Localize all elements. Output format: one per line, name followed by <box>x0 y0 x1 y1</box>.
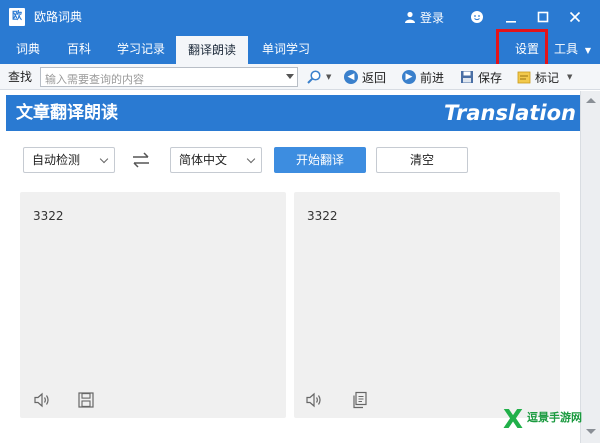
translation-page: 文章翻译朗读 Translation 自动检测 简体中文 开始翻译 清空 332… <box>0 91 580 443</box>
tab-encyclopedia[interactable]: 百科 <box>67 34 91 64</box>
chevron-down-icon <box>99 154 109 164</box>
save-label: 保存 <box>478 70 503 85</box>
tab-study-history[interactable]: 学习记录 <box>117 34 165 64</box>
forward-button[interactable]: ▶ 前进 <box>402 67 444 87</box>
search-button[interactable]: ▼ <box>306 67 331 87</box>
settings-highlight-box <box>496 29 548 69</box>
window-title: 欧路词典 <box>34 10 83 24</box>
source-text: 3322 <box>33 209 64 223</box>
search-options-caret-icon: ▼ <box>326 73 332 81</box>
result-text-panel[interactable]: 3322 <box>294 192 560 418</box>
copy-icon[interactable] <box>350 390 370 410</box>
dictionary-app-window: 欧 欧路词典 登录 词典 百科 学习记录 翻译朗读 单词学习 设置 工具 ▼ 查… <box>0 0 600 443</box>
target-language-value: 简体中文 <box>179 153 228 167</box>
search-label: 查找 <box>8 70 33 84</box>
save-button[interactable]: 保存 <box>460 67 502 87</box>
back-label: 返回 <box>362 70 387 85</box>
close-icon[interactable] <box>564 6 586 28</box>
tab-translation[interactable]: 翻译朗读 <box>176 36 248 64</box>
swap-languages-icon[interactable] <box>130 149 152 171</box>
page-title: 文章翻译朗读 <box>16 103 118 123</box>
minimize-icon[interactable] <box>500 6 522 28</box>
app-logo-icon: 欧 <box>9 8 25 26</box>
mark-button[interactable]: 标记 ▼ <box>517 67 572 87</box>
floppy-disk-icon <box>461 71 473 83</box>
tools-label: 工具 <box>554 42 579 56</box>
translation-header: 文章翻译朗读 Translation <box>6 95 580 131</box>
site-watermark: X 逗景手游网 <box>503 405 600 443</box>
maximize-icon[interactable] <box>532 6 554 28</box>
speaker-icon[interactable] <box>32 390 52 410</box>
magnifier-icon <box>307 70 321 84</box>
watermark-logo-icon: X <box>503 405 524 435</box>
watermark-text: 逗景手游网 <box>527 411 582 424</box>
search-input[interactable] <box>41 70 281 89</box>
source-text-panel[interactable]: 3322 <box>20 192 286 418</box>
tab-word-study[interactable]: 单词学习 <box>262 34 310 64</box>
source-language-value: 自动检测 <box>32 153 81 167</box>
mark-label: 标记 <box>535 70 560 85</box>
note-icon <box>517 71 531 84</box>
search-history-dropdown-icon[interactable] <box>286 74 294 79</box>
search-box <box>40 67 298 89</box>
clear-button[interactable]: 清空 <box>376 147 468 173</box>
tools-menu[interactable]: 工具 ▼ <box>554 34 591 64</box>
result-text: 3322 <box>307 209 338 223</box>
forward-label: 前进 <box>420 70 445 85</box>
scroll-up-arrow-icon[interactable] <box>586 98 596 103</box>
start-translate-button[interactable]: 开始翻译 <box>274 147 366 173</box>
toolbar: 查找 ▼ ◀ 返回 ▶ 前进 保存 <box>0 64 600 90</box>
forward-arrow-icon: ▶ <box>402 70 416 84</box>
user-icon <box>405 11 415 23</box>
login-button[interactable]: 登录 <box>404 8 444 26</box>
vertical-scrollbar[interactable] <box>580 91 600 443</box>
mark-options-caret-icon: ▼ <box>567 73 573 81</box>
back-arrow-icon: ◀ <box>344 70 358 84</box>
chevron-down-icon <box>246 154 256 164</box>
source-language-select[interactable]: 自动检测 <box>23 147 115 173</box>
header-brand-text: Translation <box>444 101 576 125</box>
save-disk-icon[interactable] <box>76 390 96 410</box>
login-label: 登录 <box>420 10 445 25</box>
caret-down-icon: ▼ <box>584 46 591 55</box>
smiley-icon[interactable] <box>466 6 488 28</box>
tab-dictionary[interactable]: 词典 <box>16 34 40 64</box>
speaker-icon[interactable] <box>304 390 324 410</box>
target-language-select[interactable]: 简体中文 <box>170 147 262 173</box>
back-button[interactable]: ◀ 返回 <box>344 67 386 87</box>
